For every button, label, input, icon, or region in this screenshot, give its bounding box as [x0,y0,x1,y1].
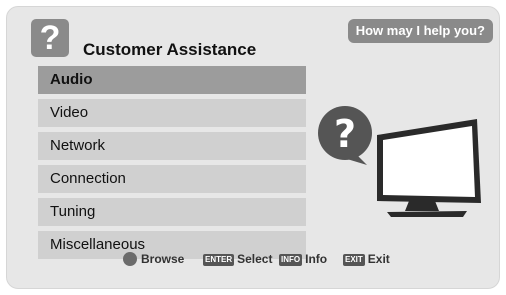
footer-exit: EXIT Exit [343,250,390,268]
menu-item-network[interactable]: Network [38,132,306,160]
menu-item-video[interactable]: Video [38,99,306,127]
footer-info: INFO Info [279,250,327,268]
menu-item-tuning[interactable]: Tuning [38,198,306,226]
page-title: Customer Assistance [83,40,257,59]
question-bubble-icon: ? [318,106,372,165]
exit-key-icon: EXIT [343,254,365,266]
menu-item-connection[interactable]: Connection [38,165,306,193]
footer-select: ENTER Select [203,250,272,268]
exit-label: Exit [367,252,390,266]
assistance-menu: Audio Video Network Connection Tuning Mi… [38,66,306,264]
tv-help-illustration: ? [318,106,481,217]
info-label: Info [305,252,328,266]
svg-text:?: ? [334,112,356,156]
browse-label: Browse [141,252,185,266]
footer-browse: Browse [123,250,184,268]
info-key-icon: INFO [279,254,303,266]
help-question-icon: ? [31,19,69,57]
customer-assistance-panel: ? Customer Assistance How may I help you… [6,6,500,289]
select-label: Select [237,252,273,266]
help-badge: How may I help you? [347,19,493,43]
navigation-circle-icon [123,252,137,266]
menu-item-audio[interactable]: Audio [38,66,306,94]
tv-icon [377,119,481,217]
footer-legend: Browse ENTER Select INFO Info EXIT Exit [7,250,499,270]
enter-key-icon: ENTER [203,254,235,266]
